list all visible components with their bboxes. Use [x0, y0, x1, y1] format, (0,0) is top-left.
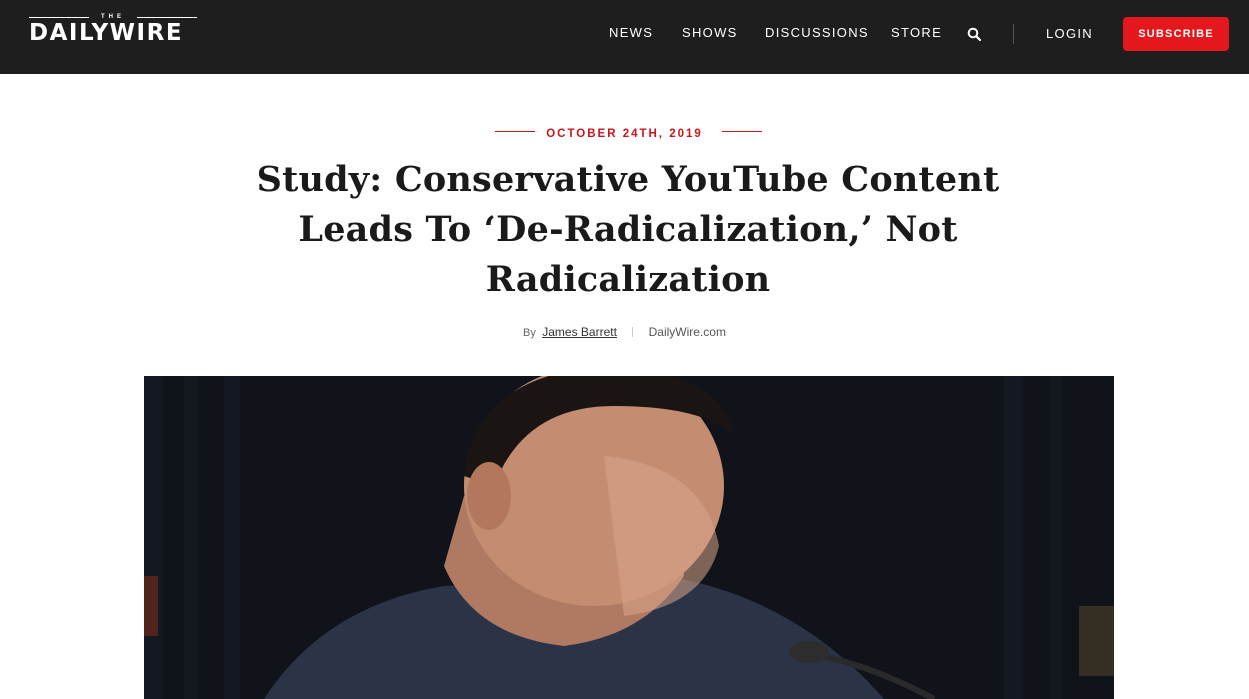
site-logo[interactable]: THE DAILYWIRE	[29, 14, 197, 46]
subscribe-button[interactable]: SUBSCRIBE	[1123, 17, 1229, 51]
byline-by-label: By	[523, 327, 536, 339]
nav-shows-link[interactable]: SHOWS	[682, 26, 738, 40]
logo-rule-right	[137, 17, 197, 18]
byline-separator	[632, 327, 634, 337]
author-link[interactable]: James Barrett	[542, 325, 617, 339]
nav-divider	[1013, 24, 1014, 44]
byline-source: DailyWire.com	[648, 325, 726, 339]
login-link[interactable]: LOGIN	[1046, 27, 1093, 41]
logo-wordmark: DAILYWIRE	[29, 20, 184, 46]
nav-news-link[interactable]: NEWS	[609, 26, 653, 40]
article-date-wrap: OCTOBER 24TH, 2019	[0, 124, 1249, 142]
date-rule-right	[722, 131, 762, 132]
nav-discussions-link[interactable]: DISCUSSIONS	[765, 26, 869, 40]
article-byline: By James Barrett DailyWire.com	[0, 323, 1249, 341]
search-icon[interactable]	[967, 27, 982, 42]
site-header: THE DAILYWIRE NEWS SHOWS DISCUSSIONS STO…	[0, 0, 1249, 74]
article-date: OCTOBER 24TH, 2019	[546, 128, 703, 140]
nav-store-link[interactable]: STORE	[891, 26, 942, 40]
hero-photo-illustration	[144, 376, 1114, 699]
hero-image	[144, 376, 1114, 699]
article-title: Study: Conservative YouTube Content Lead…	[256, 159, 1000, 300]
